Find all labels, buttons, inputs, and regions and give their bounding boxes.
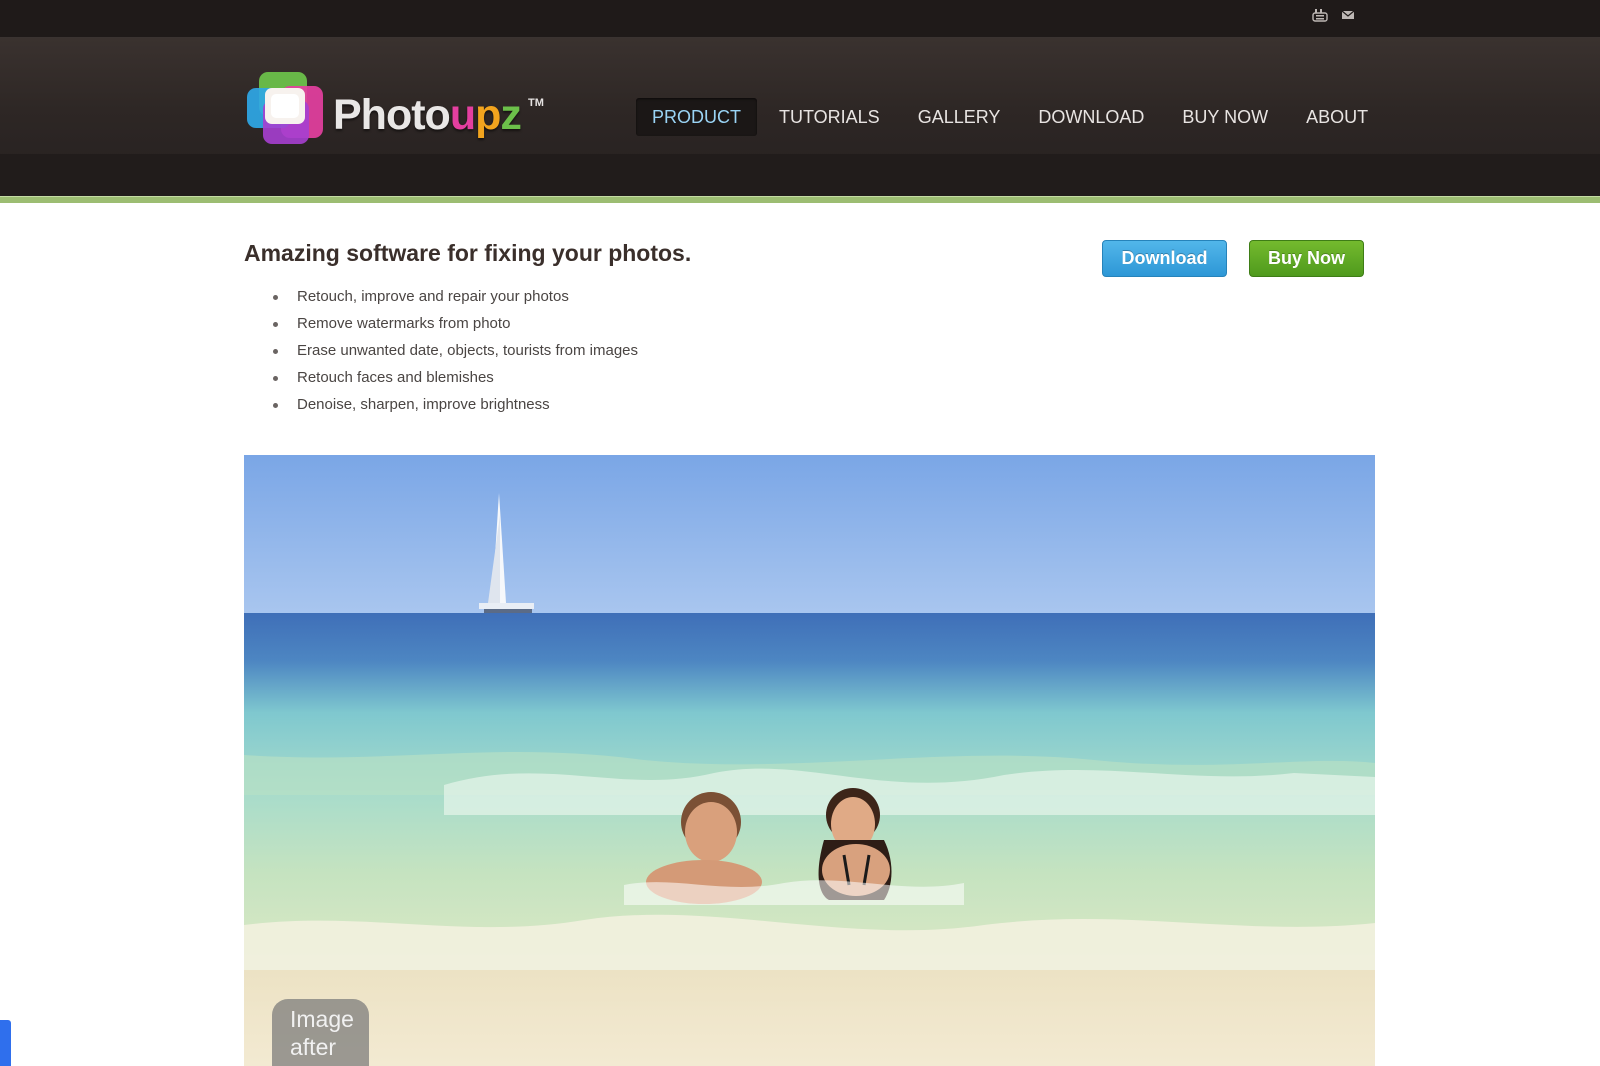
logo-text-photo: Photo bbox=[333, 91, 451, 139]
buy-now-button[interactable]: Buy Now bbox=[1249, 240, 1364, 277]
image-after-label: Image after bbox=[272, 999, 369, 1066]
feature-list: Retouch, improve and repair your photos … bbox=[272, 287, 638, 422]
feature-item: Denoise, sharpen, improve brightness bbox=[272, 395, 638, 422]
beach-scene-image bbox=[244, 455, 1375, 1066]
image-label-line2: after bbox=[290, 1034, 337, 1060]
image-label-line1: Image bbox=[290, 1006, 354, 1032]
nav-item-buy-now[interactable]: BUY NOW bbox=[1166, 98, 1284, 136]
trademark-mark: TM bbox=[528, 97, 544, 109]
nav-item-tutorials[interactable]: TUTORIALS bbox=[763, 98, 896, 136]
download-button[interactable]: Download bbox=[1102, 240, 1227, 277]
side-feedback-tab[interactable] bbox=[0, 1020, 11, 1066]
feature-item: Retouch faces and blemishes bbox=[272, 368, 638, 395]
youtube-icon[interactable] bbox=[1312, 8, 1328, 22]
social-links bbox=[1312, 8, 1356, 22]
feature-item: Retouch, improve and repair your photos bbox=[272, 287, 638, 314]
after-photo bbox=[244, 455, 1375, 1066]
top-utility-bar bbox=[0, 0, 1600, 38]
logo-mark-icon bbox=[247, 72, 323, 144]
feature-item: Remove watermarks from photo bbox=[272, 314, 638, 341]
feature-item: Erase unwanted date, objects, tourists f… bbox=[272, 341, 638, 368]
page-headline: Amazing software for fixing your photos. bbox=[244, 240, 692, 266]
mail-icon[interactable] bbox=[1340, 8, 1356, 22]
nav-item-about[interactable]: ABOUT bbox=[1290, 98, 1384, 136]
logo-text-p: p bbox=[475, 91, 501, 139]
header-divider bbox=[0, 196, 1600, 203]
logo-text-z: z bbox=[500, 91, 521, 139]
nav-item-gallery[interactable]: GALLERY bbox=[902, 98, 1017, 136]
nav-item-product[interactable]: PRODUCT bbox=[636, 98, 757, 136]
nav-item-download[interactable]: DOWNLOAD bbox=[1022, 98, 1160, 136]
photoupz-logo[interactable]: Photoupz TM bbox=[245, 70, 545, 150]
logo-text-u: u bbox=[449, 91, 476, 139]
logo-wordmark: Photoupz bbox=[333, 91, 522, 140]
main-navigation: PRODUCT TUTORIALS GALLERY DOWNLOAD BUY N… bbox=[636, 98, 1390, 136]
